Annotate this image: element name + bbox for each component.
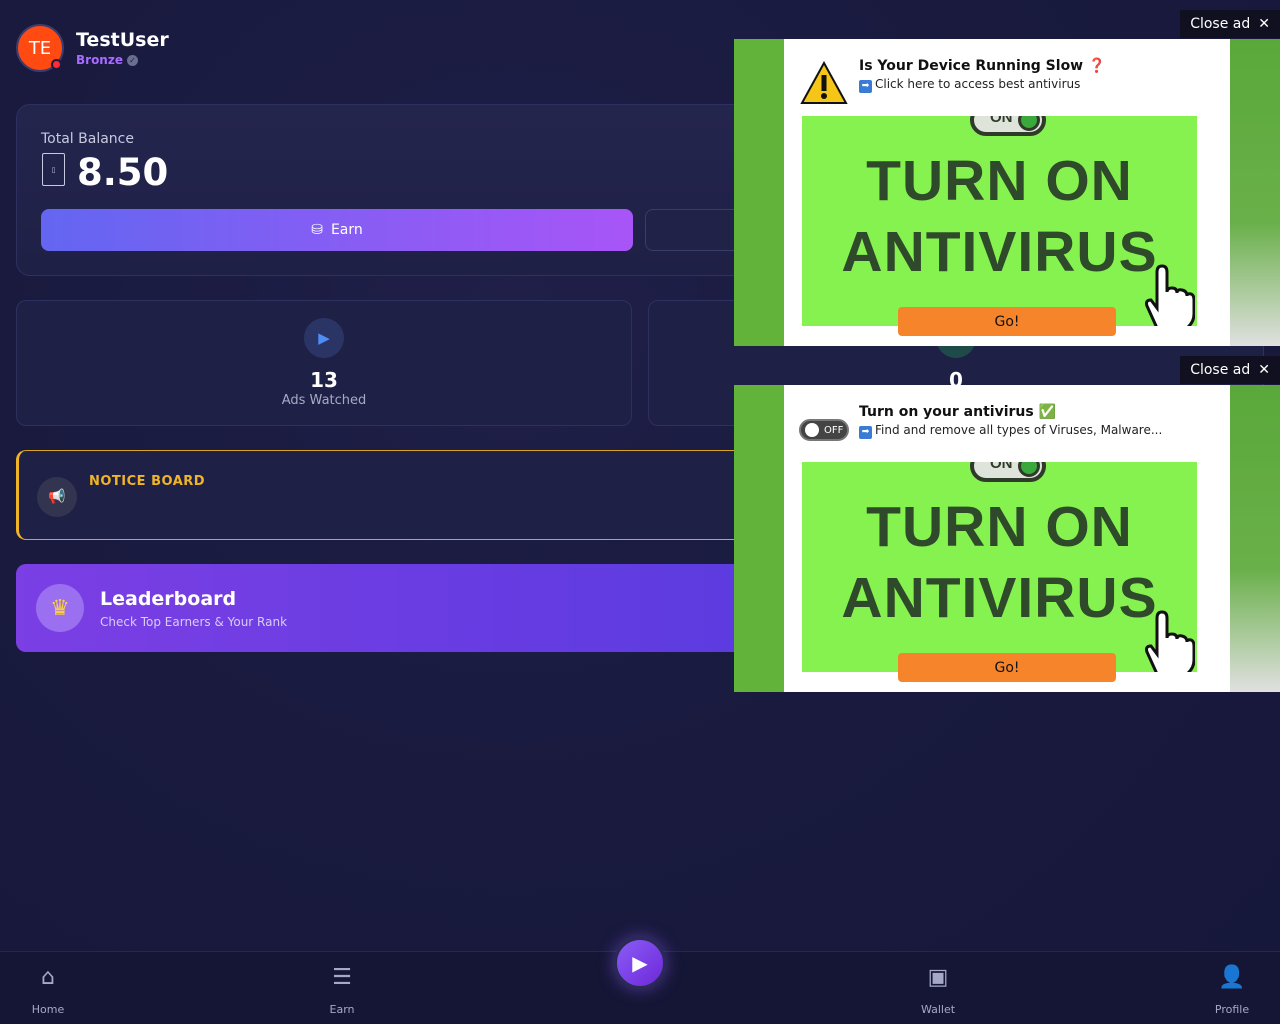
ad-subtitle: ➡ Click here to access best antivirus bbox=[859, 77, 1080, 93]
user-header: TE TestUser Bronze ✓ bbox=[16, 24, 169, 72]
avatar-initials: TE bbox=[28, 37, 52, 59]
user-name: TestUser bbox=[76, 29, 169, 51]
nav-label: Earn bbox=[329, 1003, 355, 1016]
switch-knob-icon bbox=[1018, 462, 1040, 477]
banner-switch-label: ON bbox=[990, 116, 1013, 126]
tier-label: Bronze bbox=[76, 53, 123, 67]
ad-title: Is Your Device Running Slow ❓ bbox=[859, 58, 1106, 74]
ad-content: OFF Turn on your antivirus ✅ ➡ Find and r… bbox=[784, 385, 1230, 692]
tier-badge: Bronze ✓ bbox=[76, 53, 169, 67]
close-ad-label: Close ad bbox=[1190, 16, 1251, 32]
banner-switch-label: ON bbox=[990, 462, 1013, 472]
go-button[interactable]: Go! bbox=[898, 653, 1116, 682]
home-icon: ⌂ bbox=[41, 965, 55, 990]
banner-line-1: TURN ON bbox=[866, 495, 1133, 559]
nav-item-profile[interactable]: 👤 Profile bbox=[1192, 952, 1272, 1024]
close-ad-button[interactable]: Close ad ✕ bbox=[1180, 10, 1280, 38]
crown-icon: ♛ bbox=[36, 584, 84, 632]
stat-card-ads-watched: ▶ 13 Ads Watched bbox=[16, 300, 632, 426]
ad-subtitle-text: Find and remove all types of Viruses, Ma… bbox=[875, 423, 1163, 437]
banner-line-2: ANTIVIRUS bbox=[841, 220, 1158, 284]
ad-content: Is Your Device Running Slow ❓ ➡ Click her… bbox=[784, 39, 1230, 346]
toggle-knob-icon bbox=[805, 423, 819, 437]
verified-check-icon: ✓ bbox=[126, 54, 138, 66]
balance-label: Total Balance bbox=[41, 131, 134, 147]
earn-button-label: Earn bbox=[330, 222, 363, 238]
nav-item-home[interactable]: ⌂ Home bbox=[8, 952, 88, 1024]
wallet-icon: ▣ bbox=[927, 965, 949, 990]
coins-icon: ⛁ bbox=[311, 222, 323, 238]
pointer-hand-icon bbox=[1145, 264, 1195, 326]
ad-banner-2[interactable]: OFF Turn on your antivirus ✅ ➡ Find and r… bbox=[734, 385, 1280, 692]
notice-title: NOTICE BOARD bbox=[89, 474, 206, 489]
user-info: TestUser Bronze ✓ bbox=[76, 29, 169, 67]
leaderboard-title: Leaderboard bbox=[100, 588, 237, 610]
close-ad-label: Close ad bbox=[1190, 362, 1251, 378]
pointer-hand-icon bbox=[1145, 610, 1195, 672]
ad-subtitle: ➡ Find and remove all types of Viruses, M… bbox=[859, 423, 1162, 439]
nav-label: Wallet bbox=[920, 1003, 956, 1016]
ad-banner-1[interactable]: Is Your Device Running Slow ❓ ➡ Click her… bbox=[734, 39, 1280, 346]
play-button[interactable]: ▶ bbox=[614, 937, 666, 989]
banner-switch: ON bbox=[970, 116, 1046, 136]
currency-icon: ▯ bbox=[42, 153, 65, 186]
close-icon: ✕ bbox=[1258, 362, 1270, 378]
toggle-label: OFF bbox=[824, 424, 844, 436]
nav-item-wallet[interactable]: ▣ Wallet bbox=[898, 952, 978, 1024]
banner-line-1: TURN ON bbox=[866, 149, 1133, 213]
ad-banner-image[interactable]: ON TURN ON ANTIVIRUS bbox=[802, 116, 1197, 326]
toggle-off-icon: OFF bbox=[799, 419, 849, 441]
close-ad-button[interactable]: Close ad ✕ bbox=[1180, 356, 1280, 384]
ad-side-image bbox=[1230, 39, 1280, 346]
go-button[interactable]: Go! bbox=[898, 307, 1116, 336]
ad-banner-image[interactable]: ON TURN ON ANTIVIRUS bbox=[802, 462, 1197, 672]
play-icon: ▶ bbox=[304, 318, 344, 358]
balance-value: 8.50 bbox=[77, 151, 169, 194]
nav-label: Home bbox=[31, 1003, 65, 1016]
arrow-right-icon: ➡ bbox=[859, 80, 872, 93]
leaderboard-subtitle: Check Top Earners & Your Rank bbox=[100, 615, 288, 629]
ad-side-image bbox=[1230, 385, 1280, 692]
stat-label: Ads Watched bbox=[281, 393, 367, 408]
ad-title: Turn on your antivirus ✅ bbox=[859, 404, 1057, 420]
status-dot-icon bbox=[51, 59, 62, 70]
play-icon: ▶ bbox=[632, 951, 648, 975]
warning-icon bbox=[800, 61, 848, 104]
avatar[interactable]: TE bbox=[16, 24, 64, 72]
nav-item-earn[interactable]: ☰ Earn bbox=[302, 952, 382, 1024]
banner-switch: ON bbox=[970, 462, 1046, 482]
earn-button[interactable]: ⛁ Earn bbox=[41, 209, 633, 251]
layers-icon: ☰ bbox=[332, 965, 352, 990]
close-icon: ✕ bbox=[1258, 16, 1270, 32]
nav-label: Profile bbox=[1214, 1003, 1250, 1016]
switch-knob-icon bbox=[1018, 116, 1040, 131]
stat-value: 13 bbox=[310, 368, 338, 392]
user-icon: 👤 bbox=[1218, 965, 1246, 990]
megaphone-icon: 📢 bbox=[37, 477, 77, 517]
ad-subtitle-text: Click here to access best antivirus bbox=[875, 77, 1081, 91]
arrow-right-icon: ➡ bbox=[859, 426, 872, 439]
banner-line-2: ANTIVIRUS bbox=[841, 566, 1158, 630]
